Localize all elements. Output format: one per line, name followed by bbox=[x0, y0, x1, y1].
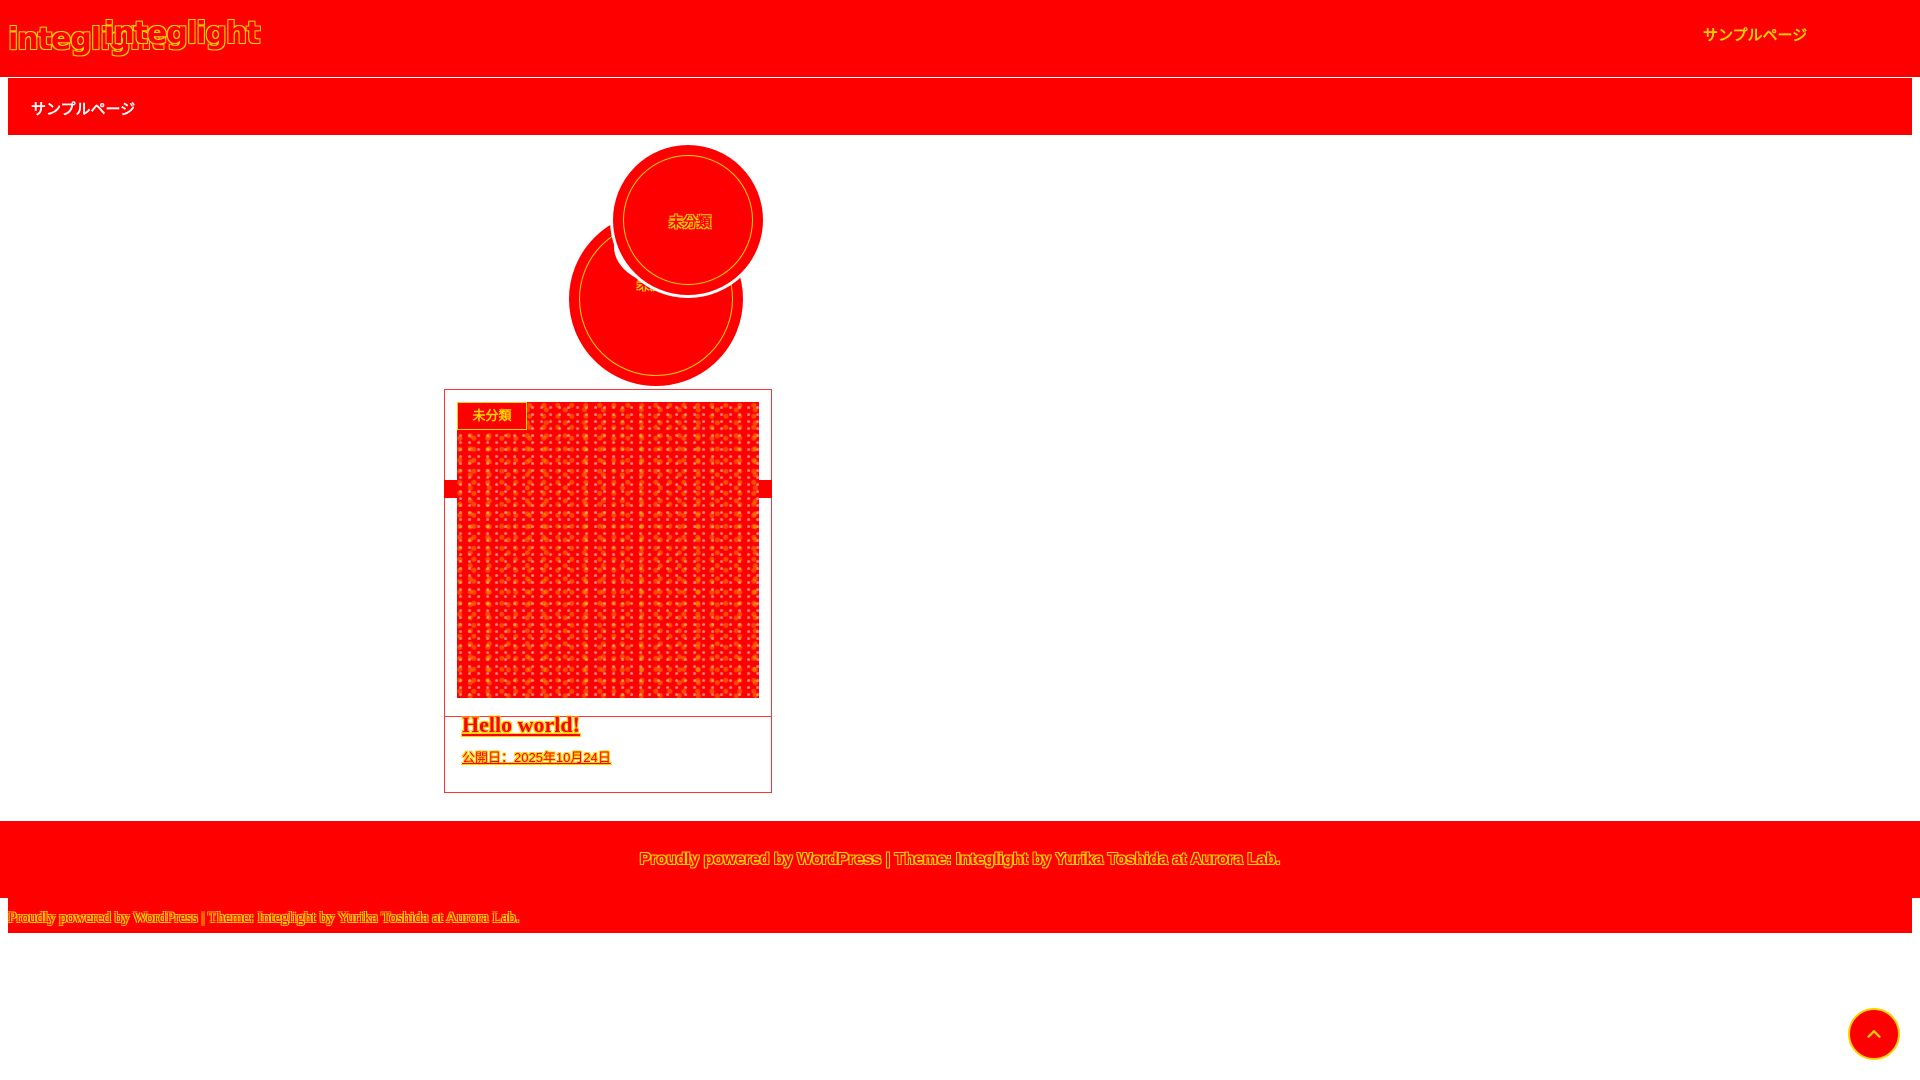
footer-bar-credit[interactable]: Proudly powered by WordPress | Theme: In… bbox=[8, 910, 519, 927]
category-circle-label: 未分類 bbox=[669, 214, 711, 230]
site-footer: Proudly powered by WordPress | Theme: In… bbox=[0, 821, 1920, 898]
footer-credit[interactable]: Proudly powered by WordPress | Theme: In… bbox=[0, 851, 1920, 869]
site-title[interactable]: integlight integlight bbox=[8, 16, 261, 57]
site-header: integlight integlight サンプルページ bbox=[0, 0, 1920, 77]
arrow-up-icon bbox=[1867, 1030, 1881, 1038]
footer-bar: Proudly powered by WordPress | Theme: In… bbox=[8, 898, 1912, 933]
site-title-text-echo: integlight bbox=[104, 16, 261, 51]
post-title[interactable]: Hello world! bbox=[462, 712, 580, 738]
header-nav-sample-page[interactable]: サンプルページ bbox=[1703, 24, 1807, 45]
post-category-badge[interactable]: 未分類 bbox=[457, 402, 527, 430]
sub-nav: サンプルページ bbox=[8, 78, 1912, 135]
back-to-top-button[interactable] bbox=[1848, 1008, 1900, 1060]
sub-nav-sample-page[interactable]: サンプルページ bbox=[31, 98, 135, 119]
post-date: 公開日：2025年10月24日 bbox=[462, 750, 611, 765]
post-thumbnail[interactable] bbox=[457, 402, 759, 698]
category-circle-primary[interactable]: 未分類 bbox=[610, 142, 766, 298]
